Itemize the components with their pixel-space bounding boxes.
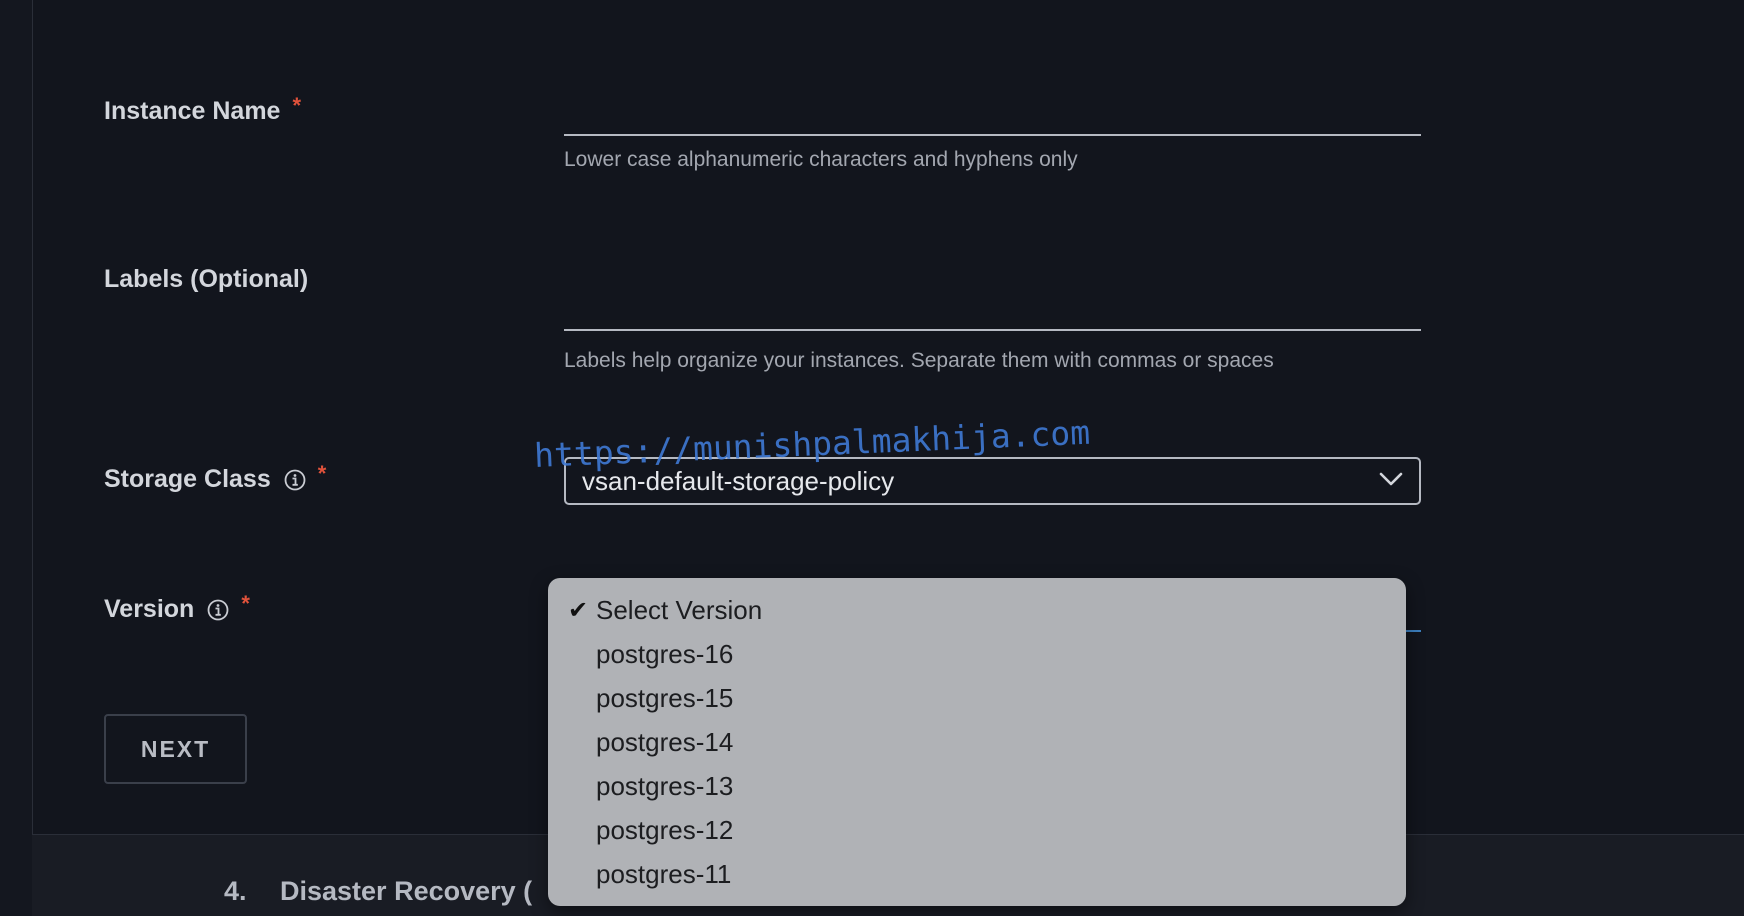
required-mark: * bbox=[241, 590, 250, 616]
labels-helper: Labels help organize your instances. Sep… bbox=[564, 349, 1274, 372]
version-option[interactable]: postgres-11 bbox=[548, 852, 1406, 896]
version-option[interactable]: postgres-12 bbox=[548, 808, 1406, 852]
version-option-label: postgres-13 bbox=[596, 770, 734, 801]
left-rail bbox=[0, 0, 33, 916]
instance-name-helper: Lower case alphanumeric characters and h… bbox=[564, 148, 1078, 171]
labels-label-text: Labels (Optional) bbox=[104, 265, 309, 293]
required-mark: * bbox=[317, 460, 327, 486]
version-dropdown-menu[interactable]: ✔ Select Version postgres-16 postgres-15 pos… bbox=[548, 578, 1406, 906]
version-option-label: postgres-14 bbox=[596, 726, 734, 757]
step-title[interactable]: Disaster Recovery ( bbox=[280, 876, 532, 907]
version-option[interactable]: postgres-16 bbox=[548, 632, 1406, 676]
version-option-label: postgres-16 bbox=[596, 638, 734, 669]
version-label-text: Version bbox=[104, 595, 195, 623]
version-label: Version * bbox=[104, 591, 250, 624]
version-option[interactable]: postgres-14 bbox=[548, 720, 1406, 764]
storage-class-label: Storage Class * bbox=[104, 461, 326, 494]
instance-name-input[interactable] bbox=[564, 96, 1421, 136]
version-option-label: Select Version bbox=[596, 594, 763, 625]
info-icon[interactable] bbox=[207, 599, 229, 621]
version-option-label: postgres-11 bbox=[596, 858, 732, 889]
storage-class-label-text: Storage Class bbox=[104, 465, 271, 493]
chevron-down-icon bbox=[1379, 471, 1403, 492]
info-icon[interactable] bbox=[284, 469, 306, 491]
step-number: 4. bbox=[224, 876, 247, 906]
page: Instance Name * Lower case alphanumeric … bbox=[0, 0, 1744, 916]
version-option[interactable]: ✔ Select Version bbox=[548, 588, 1406, 632]
version-option[interactable]: postgres-13 bbox=[548, 764, 1406, 808]
instance-name-label-text: Instance Name bbox=[104, 97, 281, 125]
required-mark: * bbox=[292, 92, 302, 118]
labels-label: Labels (Optional) bbox=[104, 265, 308, 294]
version-option[interactable]: postgres-15 bbox=[548, 676, 1406, 720]
checkmark-icon: ✔ bbox=[568, 596, 589, 624]
instance-name-label: Instance Name * bbox=[104, 93, 301, 126]
next-button[interactable]: NEXT bbox=[104, 714, 247, 784]
labels-input[interactable] bbox=[564, 291, 1421, 331]
version-option-label: postgres-12 bbox=[596, 814, 734, 845]
storage-class-value: vsan-default-storage-policy bbox=[582, 465, 895, 496]
version-option-label: postgres-15 bbox=[596, 682, 734, 713]
storage-class-select[interactable]: vsan-default-storage-policy bbox=[564, 457, 1421, 505]
